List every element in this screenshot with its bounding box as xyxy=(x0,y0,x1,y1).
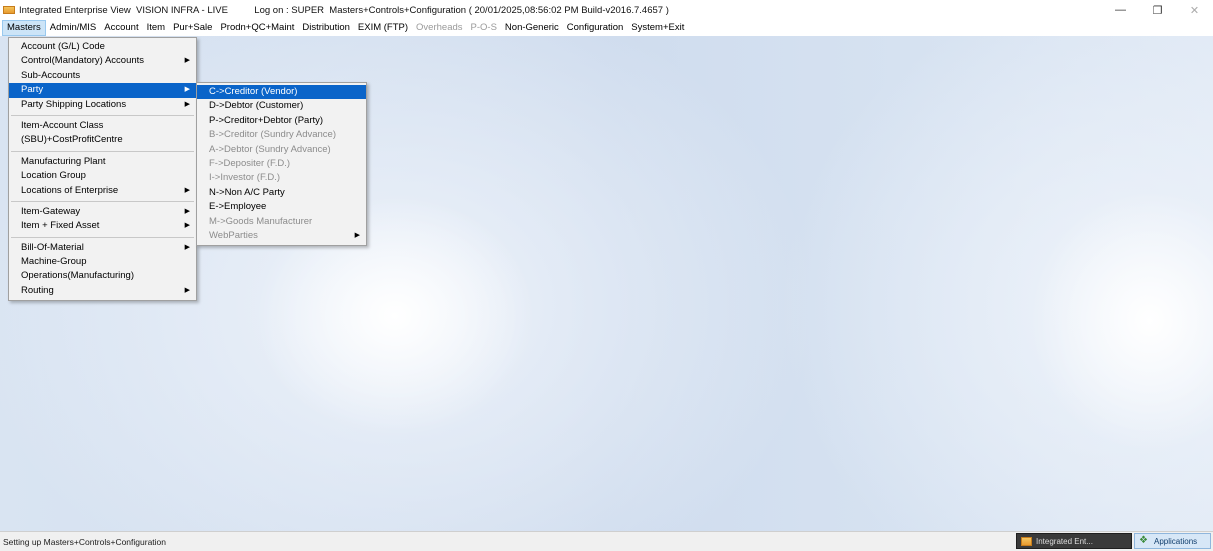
submenu-arrow-icon: ▶ xyxy=(184,207,190,215)
menu-bar: Masters Admin/MIS Account Item Pur+Sale Prodn… xyxy=(0,20,1213,36)
submenu-item-label: M->Goods Manufacturer xyxy=(209,215,313,227)
submenu-arrow-icon: ▶ xyxy=(184,100,190,108)
submenu-item-p-creditor-debtor-party[interactable]: P->Creditor+Debtor (Party) xyxy=(197,114,366,128)
menu-account[interactable]: Account xyxy=(100,20,142,36)
menu-separator xyxy=(11,114,194,116)
masters-menu: Account (G/L) Code Control(Mandatory) Acc… xyxy=(8,37,197,302)
submenu-arrow-icon: ▶ xyxy=(184,186,190,194)
menu-pur-sale[interactable]: Pur+Sale xyxy=(169,20,216,36)
menu-item-label: Locations of Enterprise xyxy=(21,184,119,196)
submenu-arrow-icon: ▶ xyxy=(184,222,190,230)
window-title: Integrated Enterprise View VISION INFRA … xyxy=(19,4,669,16)
submenu-item-label: N->Non A/C Party xyxy=(209,186,285,198)
submenu-arrow-icon: ▶ xyxy=(184,86,190,94)
menu-configuration[interactable]: Configuration xyxy=(563,20,628,36)
taskbar-item-applications[interactable]: ❖ Applications xyxy=(1134,533,1211,549)
taskbar-item-integrated-enterprise[interactable]: Integrated Ent... xyxy=(1016,533,1132,549)
menu-item-label: Item-Gateway xyxy=(21,205,81,217)
menu-separator xyxy=(11,150,194,152)
submenu-arrow-icon: ▶ xyxy=(184,57,190,65)
menu-item-routing[interactable]: Routing ▶ xyxy=(9,284,196,298)
menu-item-label: Account (G/L) Code xyxy=(21,41,105,52)
submenu-item-label: C->Creditor (Vendor) xyxy=(209,86,298,97)
menu-item-item-fixed-asset[interactable]: Item + Fixed Asset ▶ xyxy=(9,219,196,233)
menu-exim-ftp[interactable]: EXIM (FTP) xyxy=(354,20,412,36)
menu-item-label: Manufacturing Plant xyxy=(21,155,106,167)
submenu-item-label: B->Creditor (Sundry Advance) xyxy=(209,129,336,141)
app-window-icon xyxy=(1021,536,1032,546)
menu-item-label: Routing xyxy=(21,284,54,296)
submenu-item-label: D->Debtor (Customer) xyxy=(209,100,304,112)
menu-item-label: (SBU)+CostProfitCentre xyxy=(21,134,123,146)
submenu-item-d-debtor-customer[interactable]: D->Debtor (Customer) xyxy=(197,99,366,113)
menu-item-label: Location Group xyxy=(21,170,86,182)
menu-item-label: Party xyxy=(21,84,44,96)
submenu-item-c-creditor-vendor[interactable]: C->Creditor (Vendor) xyxy=(197,85,366,100)
applications-icon: ❖ xyxy=(1139,535,1148,546)
menu-item[interactable]: Item xyxy=(143,20,169,36)
menu-prodn-qc-maint[interactable]: Prodn+QC+Maint xyxy=(216,20,298,36)
menu-admin-mis[interactable]: Admin/MIS xyxy=(46,20,100,36)
menu-item-sub-accounts[interactable]: Sub-Accounts xyxy=(9,69,196,83)
submenu-item-label: F->Depositer (F.D.) xyxy=(209,157,291,169)
submenu-item-label: I->Investor (F.D.) xyxy=(209,172,280,184)
submenu-arrow-icon: ▶ xyxy=(184,243,190,251)
menu-separator xyxy=(11,200,194,202)
submenu-item-label: P->Creditor+Debtor (Party) xyxy=(209,114,324,126)
menu-item-operations-manufacturing[interactable]: Operations(Manufacturing) xyxy=(9,269,196,283)
menu-item-item-account-class[interactable]: Item-Account Class xyxy=(9,119,196,133)
app-logo-icon xyxy=(3,6,15,14)
menu-overheads[interactable]: Overheads xyxy=(412,20,466,36)
menu-item-label: Party Shipping Locations xyxy=(21,98,127,110)
menu-distribution[interactable]: Distribution xyxy=(298,20,354,36)
menu-p-o-s[interactable]: P-O-S xyxy=(467,20,501,36)
menu-item-account-g-l-code[interactable]: Account (G/L) Code xyxy=(9,40,196,54)
submenu-item-webparties[interactable]: WebParties ▶ xyxy=(197,229,366,243)
menu-item-label: Control(Mandatory) Accounts xyxy=(21,55,145,67)
submenu-item-f-depositer-f-d[interactable]: F->Depositer (F.D.) xyxy=(197,157,366,171)
menu-item-label: Bill-Of-Material xyxy=(21,241,84,253)
submenu-item-n-non-a-c-party[interactable]: N->Non A/C Party xyxy=(197,186,366,200)
menu-non-generic[interactable]: Non-Generic xyxy=(501,20,563,36)
submenu-item-label: E->Employee xyxy=(209,201,267,213)
submenu-item-label: WebParties xyxy=(209,229,258,241)
menu-item-locations-of-enterprise[interactable]: Locations of Enterprise ▶ xyxy=(9,184,196,198)
status-text: Setting up Masters+Controls+Configuratio… xyxy=(3,536,167,547)
minimize-button[interactable]: — xyxy=(1102,0,1139,20)
menu-item-location-group[interactable]: Location Group xyxy=(9,169,196,183)
close-button[interactable]: ✕ xyxy=(1176,0,1213,20)
submenu-item-label: A->Debtor (Sundry Advance) xyxy=(209,143,331,155)
menu-item-machine-group[interactable]: Machine-Group xyxy=(9,255,196,269)
menu-item-party[interactable]: Party ▶ xyxy=(9,83,196,98)
menu-item-item-gateway[interactable]: Item-Gateway ▶ xyxy=(9,205,196,219)
maximize-button[interactable]: ❐ xyxy=(1139,0,1176,20)
taskbar-item-label: Applications xyxy=(1154,536,1198,546)
menu-item-sbu-costprofitcentre[interactable]: (SBU)+CostProfitCentre xyxy=(9,133,196,147)
menu-item-label: Operations(Manufacturing) xyxy=(21,270,134,282)
submenu-item-b-creditor-sundry-advance[interactable]: B->Creditor (Sundry Advance) xyxy=(197,128,366,142)
submenu-item-i-investor-f-d[interactable]: I->Investor (F.D.) xyxy=(197,171,366,185)
submenu-item-m-goods-manufacturer[interactable]: M->Goods Manufacturer xyxy=(197,215,366,229)
submenu-item-e-employee[interactable]: E->Employee xyxy=(197,200,366,214)
submenu-item-a-debtor-sundry-advance[interactable]: A->Debtor (Sundry Advance) xyxy=(197,143,366,157)
menu-item-control-mandatory-accounts[interactable]: Control(Mandatory) Accounts ▶ xyxy=(9,54,196,68)
menu-item-label: Machine-Group xyxy=(21,256,87,268)
menu-item-label: Item + Fixed Asset xyxy=(21,220,100,232)
menu-item-label: Sub-Accounts xyxy=(21,69,81,81)
submenu-arrow-icon: ▶ xyxy=(354,231,360,239)
party-submenu: C->Creditor (Vendor) D->Debtor (Customer)… xyxy=(196,82,367,247)
menu-item-bill-of-material[interactable]: Bill-Of-Material ▶ xyxy=(9,241,196,255)
menu-item-party-shipping-locations[interactable]: Party Shipping Locations ▶ xyxy=(9,98,196,112)
submenu-arrow-icon: ▶ xyxy=(184,286,190,294)
title-bar: Integrated Enterprise View VISION INFRA … xyxy=(0,0,1213,20)
taskbar-item-label: Integrated Ent... xyxy=(1036,536,1093,546)
window-controls: — ❐ ✕ xyxy=(1102,0,1213,20)
menu-separator xyxy=(11,236,194,238)
menu-item-manufacturing-plant[interactable]: Manufacturing Plant xyxy=(9,155,196,169)
menu-item-label: Item-Account Class xyxy=(21,119,104,131)
menu-masters[interactable]: Masters xyxy=(2,20,46,36)
menu-system-exit[interactable]: System+Exit xyxy=(627,20,688,36)
